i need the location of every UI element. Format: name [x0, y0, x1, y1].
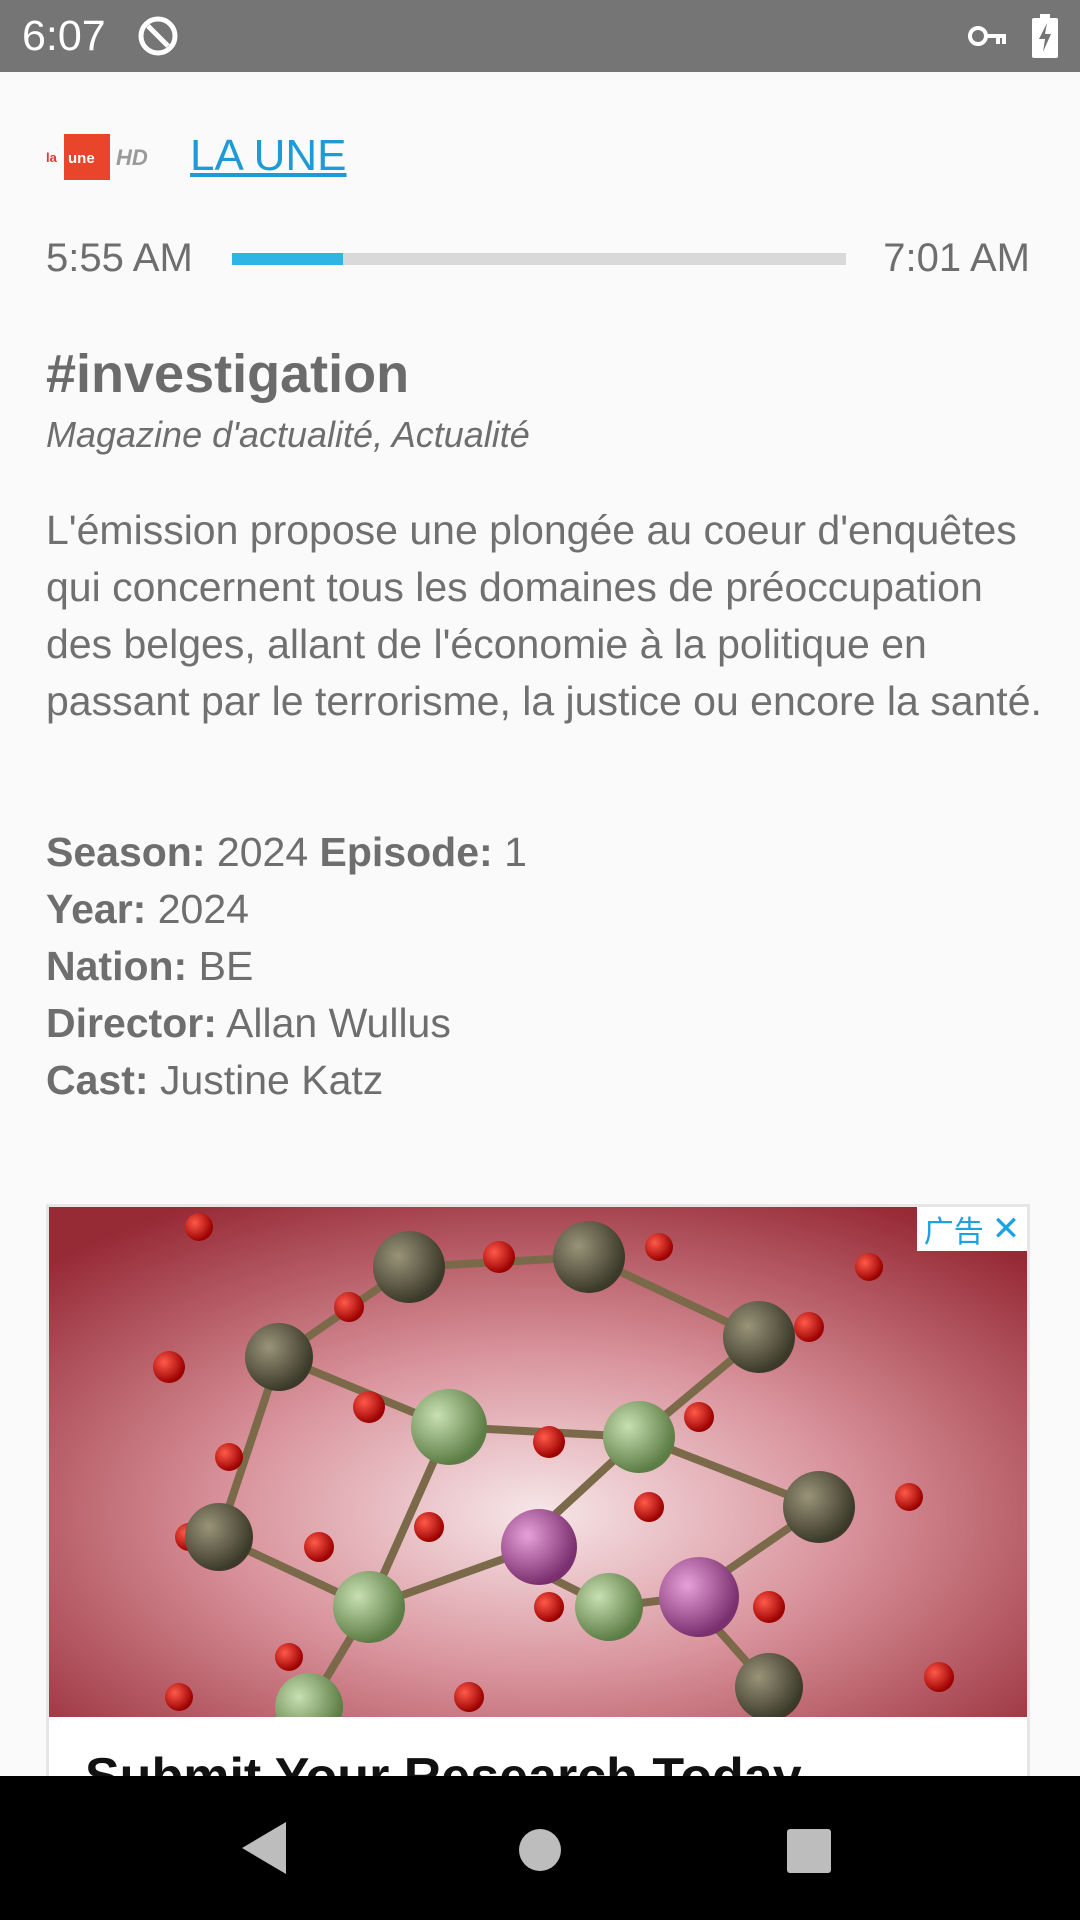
program-title: #investigation: [46, 344, 410, 404]
ad-banner[interactable]: 广告 ✕ Submit Your Research Today: [46, 1204, 1030, 1776]
program-detail: la une HD LA UNE 5:55 AM 7:01 AM #invest…: [0, 72, 1080, 1776]
director-label: Director:: [46, 1000, 217, 1046]
ad-label: 广告: [923, 1216, 984, 1249]
svg-text:HD: HD: [116, 145, 148, 170]
year-row: Year: 2024: [46, 881, 527, 938]
season-label: Season:: [46, 829, 206, 875]
navigation-bar: [0, 1776, 1080, 1920]
close-icon[interactable]: ✕: [992, 1209, 1021, 1249]
program-progress-fill: [232, 253, 343, 265]
nation-label: Nation:: [46, 943, 188, 989]
episode-label: Episode:: [319, 829, 493, 875]
program-progress-bar: [232, 253, 846, 265]
season-value: 2024: [216, 829, 309, 875]
channel-link[interactable]: LA UNE: [190, 128, 347, 184]
year-label: Year:: [46, 886, 147, 932]
cast-value: Justine Katz: [159, 1057, 384, 1103]
status-bar: 6:07: [0, 0, 1080, 72]
nation-value: BE: [198, 943, 254, 989]
ad-image-molecule[interactable]: [49, 1207, 1027, 1717]
app-notification-icon: [138, 16, 178, 56]
cast-label: Cast:: [46, 1057, 149, 1103]
year-value: 2024: [157, 886, 249, 932]
program-genre: Magazine d'actualité, Actualité: [46, 414, 530, 455]
cast-row: Cast: Justine Katz: [46, 1052, 527, 1109]
battery-charging-icon: [1032, 14, 1058, 58]
director-row: Director: Allan Wullus: [46, 995, 527, 1052]
back-icon[interactable]: [240, 1820, 290, 1876]
program-description: L'émission propose une plongée au coeur …: [46, 507, 1042, 724]
ad-choice-badge[interactable]: 广告 ✕: [917, 1207, 1027, 1251]
program-details: Season: 2024 Episode: 1 Year: 2024 Natio…: [46, 824, 527, 1109]
home-icon[interactable]: [518, 1828, 562, 1872]
nation-row: Nation: BE: [46, 938, 527, 995]
ad-headline[interactable]: Submit Your Research Today: [85, 1747, 802, 1776]
status-time: 6:07: [22, 12, 106, 60]
vpn-key-icon: [968, 26, 1006, 46]
director-value: Allan Wullus: [226, 1000, 451, 1046]
svg-text:une: une: [68, 150, 95, 167]
end-time: 7:01 AM: [883, 236, 1030, 280]
recents-icon[interactable]: [786, 1828, 832, 1874]
channel-logo: la une HD: [46, 134, 148, 180]
svg-text:la: la: [46, 150, 58, 165]
episode-value: 1: [504, 829, 527, 875]
start-time: 5:55 AM: [46, 236, 193, 280]
season-episode-row: Season: 2024 Episode: 1: [46, 824, 527, 881]
